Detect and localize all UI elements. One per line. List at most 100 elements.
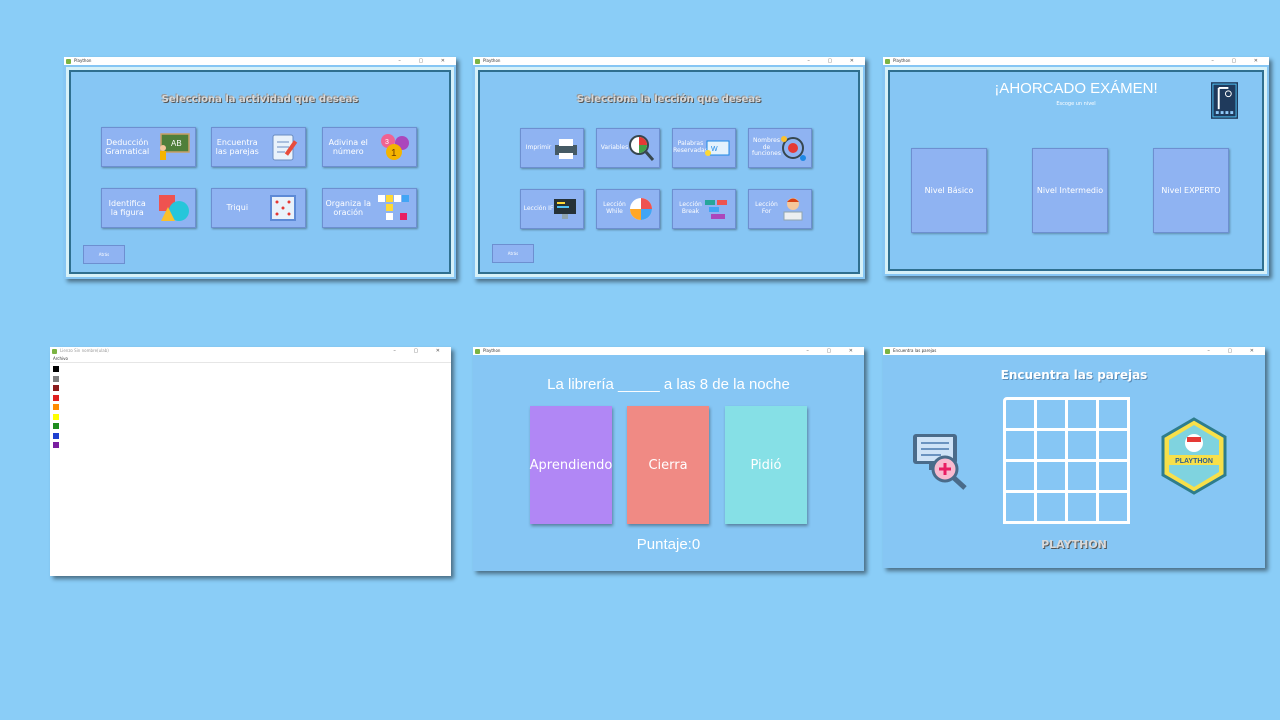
app-icon	[66, 59, 71, 64]
monitor-magnifier-icon	[913, 434, 967, 490]
activity-card-organiza[interactable]: Organiza la oración	[322, 188, 417, 228]
pair-card[interactable]	[1034, 490, 1068, 524]
lesson-card-if[interactable]: Lección IF	[520, 189, 584, 229]
cycle-arrows-icon	[630, 198, 652, 220]
pairs-grid	[1003, 397, 1130, 524]
answer-button-aprendiendo[interactable]: Aprendiendo	[530, 406, 612, 524]
color-swatch[interactable]	[53, 366, 59, 372]
keyboard-icon: W	[705, 140, 730, 156]
pair-card[interactable]	[1003, 459, 1037, 493]
activity-card-triqui[interactable]: Triqui	[211, 188, 306, 228]
shapes-icon	[159, 195, 189, 221]
printer-icon	[555, 139, 577, 159]
svg-text:W: W	[711, 146, 718, 153]
answer-button-pidio[interactable]: Pidió	[725, 406, 807, 524]
number-balloons-icon: 13	[381, 134, 409, 160]
color-swatch[interactable]	[53, 413, 59, 420]
lesson-card-for[interactable]: Lección For	[748, 189, 812, 229]
content-frame: ¡AHORCADO EXÁMEN! Escoge un nivel Nivel …	[885, 67, 1267, 274]
magnifier-chart-icon	[629, 135, 655, 161]
back-button[interactable]: Atrás	[83, 245, 125, 264]
svg-text:3: 3	[385, 139, 389, 146]
clipboard-pencil-icon	[272, 134, 298, 161]
svg-text:AB: AB	[171, 139, 182, 148]
color-swatch[interactable]	[53, 385, 59, 391]
score-label: Puntaje:0	[636, 536, 701, 553]
monitor-code-icon	[554, 199, 576, 219]
back-button[interactable]: Atrás	[492, 244, 534, 263]
level-basic-button[interactable]: Nivel Básico	[911, 148, 987, 233]
window-controls[interactable]: – ▢ ✕	[398, 57, 453, 65]
app-icon	[52, 349, 57, 354]
pair-card[interactable]	[1034, 397, 1068, 431]
pairs-window: Encuentra las parejas – ▢ ✕ Encuentra las…	[883, 347, 1265, 568]
gallows-icon	[1211, 82, 1238, 119]
level-expert-button[interactable]: Nivel EXPERTO	[1153, 148, 1229, 233]
title-bar: Plaython – ▢ ✕	[473, 347, 864, 355]
window-controls[interactable]: – ▢ ✕	[393, 347, 448, 355]
color-swatch[interactable]	[53, 375, 59, 382]
color-swatch[interactable]	[53, 394, 59, 401]
title-bar: Encuentra las parejas – ▢ ✕	[883, 347, 1265, 355]
pair-card[interactable]	[1034, 428, 1068, 462]
menu-archivo[interactable]: Archivo	[53, 356, 68, 361]
pair-card[interactable]	[1003, 428, 1037, 462]
color-swatch[interactable]	[53, 442, 59, 448]
pair-card[interactable]	[1065, 397, 1099, 431]
app-icon	[475, 59, 480, 64]
pair-card[interactable]	[1096, 459, 1130, 493]
window-controls[interactable]: – ▢ ✕	[1207, 347, 1262, 355]
badge-title: PLAYTHON	[1175, 458, 1213, 465]
lesson-card-imprimir[interactable]: Imprimir	[520, 128, 584, 168]
title-bar: Plaython – ▢ ✕	[473, 57, 865, 65]
color-swatch[interactable]	[53, 423, 59, 429]
app-icon	[475, 349, 480, 354]
student-laptop-icon	[783, 198, 803, 221]
activity-card-figura[interactable]: Identifica la figura	[101, 188, 196, 228]
activity-card-parejas[interactable]: Encuentra las parejas	[211, 127, 306, 167]
content-frame: Selecciona la lección que deseas Imprimi…	[475, 67, 863, 277]
pair-card[interactable]	[1096, 490, 1130, 524]
window-controls[interactable]: – ▢ ✕	[807, 57, 862, 65]
level-intermediate-button[interactable]: Nivel Intermedio	[1032, 148, 1108, 233]
blocks-icon	[705, 200, 727, 219]
lesson-card-variables[interactable]: Variables	[596, 128, 660, 168]
window-controls[interactable]: – ▢ ✕	[806, 347, 861, 355]
pair-card[interactable]	[1003, 490, 1037, 524]
pair-card[interactable]	[1096, 397, 1130, 431]
color-swatch[interactable]	[53, 404, 59, 410]
lesson-card-palabras[interactable]: Palabras Reservadas W	[672, 128, 736, 168]
activities-window: Plaython – ▢ ✕ Selecciona la actividad qu…	[64, 57, 456, 279]
page-title: Selecciona la actividad que deseas	[161, 94, 359, 105]
color-swatch[interactable]	[53, 432, 59, 439]
lesson-card-break[interactable]: Lección Break	[672, 189, 736, 229]
hangman-window: Plaython – ▢ ✕ ¡AHORCADO EXÁMEN! Escoge u…	[883, 57, 1269, 276]
target-gears-icon	[781, 136, 806, 161]
title-bar: Plaython – ▢ ✕	[64, 57, 456, 65]
blackboard-teacher-icon: AB	[160, 133, 190, 160]
svg-text:1: 1	[391, 148, 397, 159]
pair-card[interactable]	[1065, 490, 1099, 524]
page-subtitle: Escoge un nivel	[1056, 101, 1096, 107]
pair-card[interactable]	[1065, 459, 1099, 493]
lesson-card-while[interactable]: Lección While	[596, 189, 660, 229]
answer-button-cierra[interactable]: Cierra	[627, 406, 709, 524]
activity-card-adivina[interactable]: Adivina el número 13	[322, 127, 417, 167]
plaython-badge-icon: PLAYTHON	[1161, 417, 1227, 495]
page-title: ¡AHORCADO EXÁMEN!	[994, 80, 1158, 97]
footer-logo: PLAYTHON	[1041, 538, 1107, 551]
pair-card[interactable]	[1003, 397, 1037, 431]
title-bar: Lienzo Sin nombre(ulab) – ▢ ✕	[50, 347, 451, 355]
quiz-window: Plaython – ▢ ✕ La librería _____ a las 8 …	[473, 347, 864, 571]
app-icon	[885, 59, 890, 64]
activity-card-deduccion[interactable]: Deducción Gramatical AB	[101, 127, 196, 167]
pair-card[interactable]	[1096, 428, 1130, 462]
lesson-card-nombres[interactable]: Nombres de funciones	[748, 128, 812, 168]
window-controls[interactable]: – ▢ ✕	[1211, 57, 1266, 65]
question-text: La librería _____ a las 8 de la noche	[547, 376, 790, 393]
pair-card[interactable]	[1065, 428, 1099, 462]
tictactoe-board-icon	[270, 195, 296, 221]
paint-window: Lienzo Sin nombre(ulab) – ▢ ✕ Archivo	[50, 347, 451, 576]
pair-card[interactable]	[1034, 459, 1068, 493]
drawing-canvas[interactable]	[62, 363, 451, 576]
